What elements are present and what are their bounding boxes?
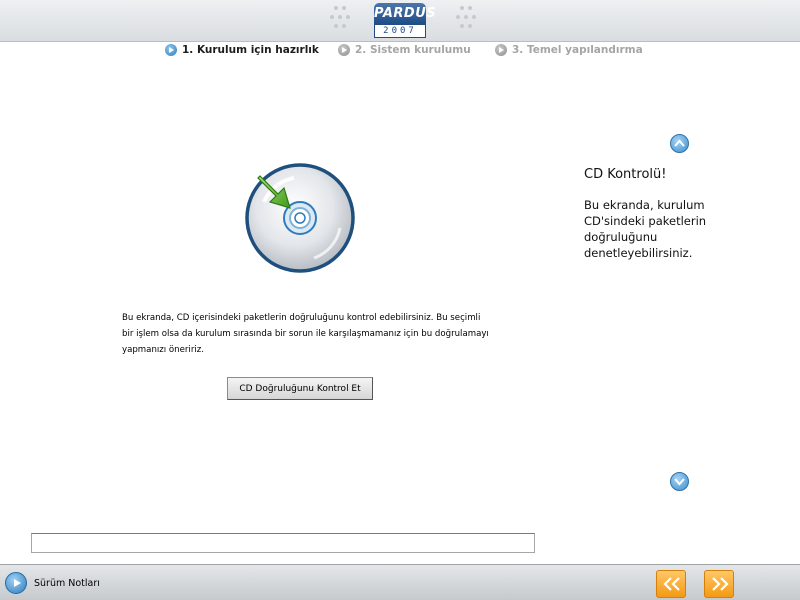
bottom-bar: Sürüm Notları	[0, 564, 800, 600]
help-scroll-up-button[interactable]	[670, 134, 689, 153]
chevron-up-icon	[674, 139, 685, 147]
double-chevron-right-icon	[712, 577, 729, 591]
next-button[interactable]	[704, 570, 734, 598]
decorative-dots-right	[456, 6, 476, 34]
step-label: 2. Sistem kurulumu	[355, 44, 471, 56]
step-system-install: 2. Sistem kurulumu	[338, 44, 471, 56]
installation-steps: 1. Kurulum için hazırlık 2. Sistem kurul…	[0, 44, 800, 58]
step-basic-config: 3. Temel yapılandırma	[495, 44, 643, 56]
top-header: PARDUS 2007	[0, 0, 800, 42]
logo-brand: PARDUS	[374, 3, 436, 25]
back-button[interactable]	[656, 570, 686, 598]
help-body: Bu ekranda, kurulum CD'sindeki paketleri…	[584, 198, 707, 260]
chevron-down-icon	[674, 478, 685, 486]
double-chevron-left-icon	[663, 577, 680, 591]
pardus-logo: PARDUS 2007	[374, 3, 436, 39]
help-scroll-down-button[interactable]	[670, 472, 689, 491]
step-arrow-icon	[495, 44, 507, 56]
step-label: 3. Temel yapılandırma	[512, 44, 643, 56]
decorative-dots-left	[330, 6, 350, 34]
check-cd-button[interactable]: CD Doğruluğunu Kontrol Et	[227, 377, 373, 400]
release-notes-label: Sürüm Notları	[34, 577, 100, 589]
arrow-right-icon	[5, 572, 27, 594]
release-notes-button[interactable]: Sürüm Notları	[5, 572, 100, 594]
help-title: CD Kontrolü!	[584, 167, 667, 182]
step-label: 1. Kurulum için hazırlık	[182, 44, 319, 56]
cd-check-description: Bu ekranda, CD içerisindeki paketlerin d…	[122, 313, 489, 355]
cd-check-icon	[245, 163, 355, 273]
step-arrow-icon	[338, 44, 350, 56]
check-progress-field	[31, 533, 535, 553]
step-arrow-icon	[165, 44, 177, 56]
step-preparation: 1. Kurulum için hazırlık	[165, 44, 319, 56]
logo-year: 2007	[374, 25, 426, 38]
